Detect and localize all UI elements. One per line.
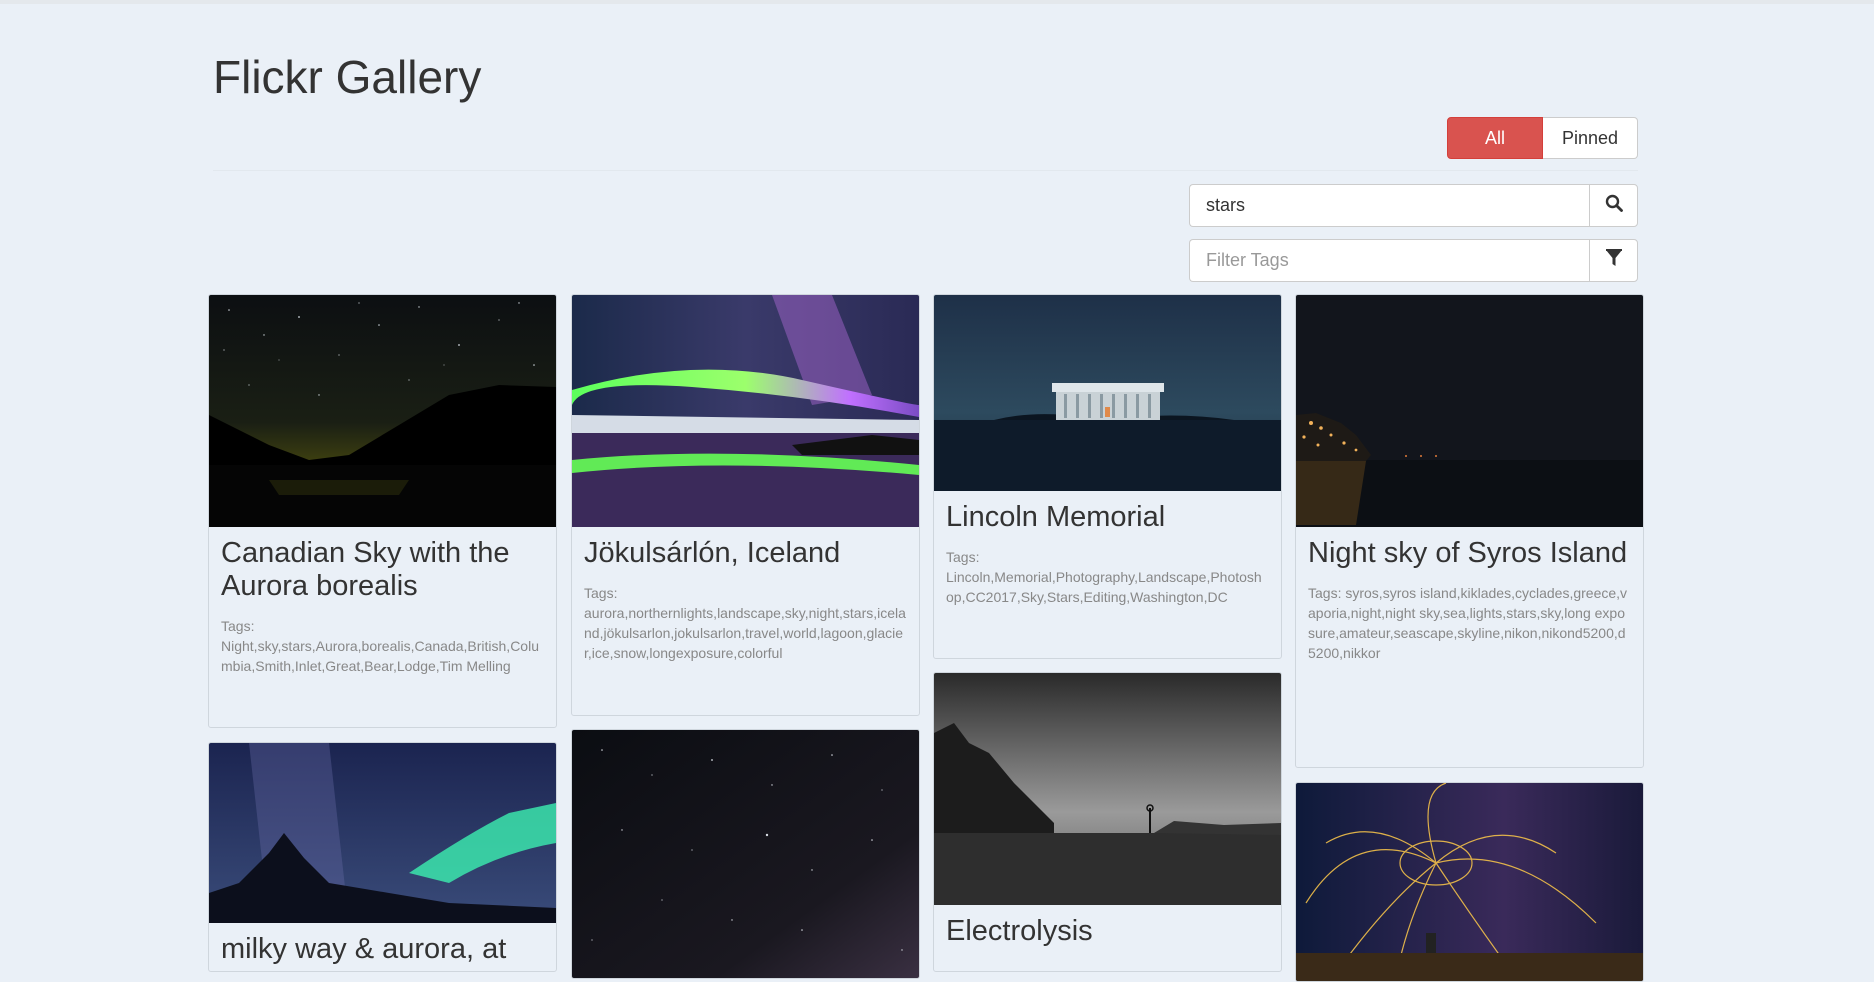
photo-image[interactable] [572, 295, 919, 527]
photo-image[interactable] [1296, 783, 1643, 981]
photo-image[interactable] [209, 743, 556, 923]
filter-group [1189, 239, 1638, 282]
photo-card[interactable]: Jökulsárlón, Iceland Tags: aurora,norther… [571, 294, 920, 716]
photo-title: Night sky of Syros Island [1308, 537, 1628, 569]
photo-title: Jökulsárlón, Iceland [584, 537, 841, 569]
photo-title: milky way & aurora, at [221, 933, 507, 965]
header-divider [213, 170, 1638, 171]
photo-card[interactable] [1295, 782, 1644, 982]
photo-title: Canadian Sky with the Aurora borealis [221, 537, 510, 602]
photo-title: Lincoln Memorial [946, 501, 1166, 533]
photo-image[interactable] [572, 730, 919, 978]
photo-card[interactable]: milky way & aurora, at [208, 742, 557, 972]
photo-card[interactable] [571, 729, 920, 979]
view-toggle: All Pinned [1447, 117, 1638, 159]
top-border [0, 0, 1874, 4]
photo-image[interactable] [934, 673, 1281, 905]
photo-tags: Tags: Lincoln,Memorial,Photography,Landsc… [946, 549, 1262, 605]
photo-tags: Tags: aurora,northernlights,landscape,sky… [584, 585, 906, 661]
search-icon [1605, 194, 1623, 217]
photo-card[interactable]: Night sky of Syros Island Tags: syros,sy… [1295, 294, 1644, 768]
photo-tags: Tags: Night,sky,stars,Aurora,borealis,Can… [221, 618, 539, 674]
all-button[interactable]: All [1447, 117, 1543, 159]
search-group [1189, 184, 1638, 227]
photo-image[interactable] [934, 295, 1281, 491]
page-title: Flickr Gallery [213, 51, 482, 103]
photo-card[interactable]: Canadian Sky with the Aurora borealis Ta… [208, 294, 557, 728]
photo-image[interactable] [209, 295, 556, 527]
filter-tags-input[interactable] [1189, 239, 1589, 282]
photo-title: Electrolysis [946, 915, 1093, 947]
filter-button[interactable] [1589, 239, 1638, 282]
search-button[interactable] [1589, 184, 1638, 227]
photo-tags: Tags: syros,syros island,kiklades,cyclad… [1308, 585, 1628, 661]
photo-card[interactable]: Lincoln Memorial Tags: Lincoln,Memorial,P… [933, 294, 1282, 659]
pinned-button[interactable]: Pinned [1543, 117, 1638, 159]
photo-card[interactable]: Electrolysis [933, 672, 1282, 972]
search-input[interactable] [1189, 184, 1589, 227]
filter-icon [1605, 249, 1622, 272]
photo-image[interactable] [1296, 295, 1643, 527]
